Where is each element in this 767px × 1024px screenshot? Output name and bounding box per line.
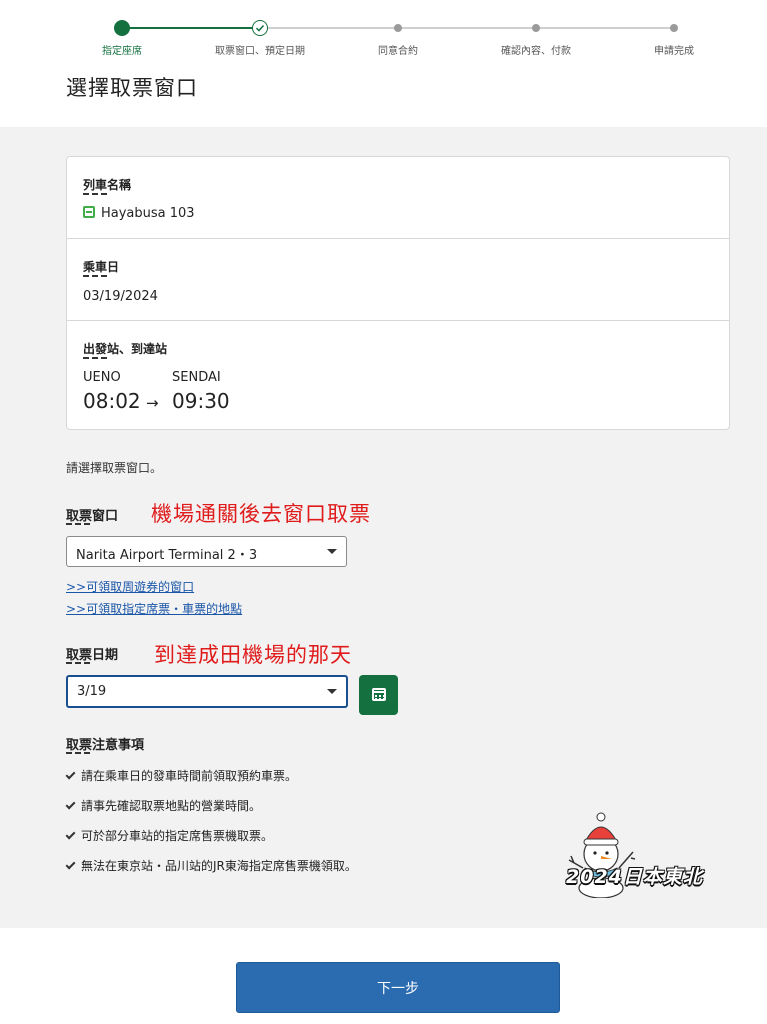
label-underline — [66, 523, 90, 526]
watermark-text: 2024日本東北 — [566, 866, 703, 888]
step-label: 同意合約 — [378, 46, 418, 57]
pickup-date-select[interactable]: 3/19 — [66, 675, 348, 708]
note-text: 請事先確認取票地點的營業時間。 — [81, 799, 262, 813]
label-underline — [83, 193, 107, 196]
progress-line-pending — [260, 27, 674, 29]
date-section: 乘車日 03/19/2024 — [67, 239, 729, 321]
pickup-window-value: Narita Airport Terminal 2・3 — [76, 548, 258, 563]
note-item: 無法在東京站・品川站的JR東海指定席售票機領取。 — [65, 857, 357, 874]
next-step-button[interactable]: 下一步 — [236, 962, 560, 1013]
step-dot-pending — [394, 24, 402, 32]
step-dot-current — [114, 20, 130, 36]
header-section: 指定座席 取票窗口、預定日期 同意合約 確認內容、付款 申請完成 選擇取票窗口 — [0, 0, 767, 127]
arrival-station: SENDAI — [172, 370, 221, 385]
note-item: 請在乘車日的發車時間前領取預約車票。 — [65, 767, 298, 784]
date-value: 03/19/2024 — [83, 289, 158, 304]
note-text: 請在乘車日的發車時間前領取預約車票。 — [81, 769, 298, 783]
notes-title: 取票注意事項 — [66, 738, 145, 753]
label-underline — [66, 662, 90, 665]
stations-label: 出發站、到達站 — [83, 342, 168, 356]
step-dot-pending — [670, 24, 678, 32]
train-section: 列車名稱 Hayabusa 103 — [67, 157, 729, 239]
note-item: 請事先確認取票地點的營業時間。 — [65, 797, 262, 814]
page-title: 選擇取票窗口 — [66, 76, 198, 100]
note-text: 可於部分車站的指定席售票機取票。 — [81, 829, 274, 843]
train-icon — [83, 206, 95, 218]
step-dot-pending — [532, 24, 540, 32]
calendar-button[interactable] — [359, 675, 398, 715]
train-value: Hayabusa 103 — [83, 206, 195, 221]
pickup-date-label: 取票日期 — [66, 648, 119, 663]
train-name: Hayabusa 103 — [101, 206, 195, 221]
step-label: 取票窗口、預定日期 — [215, 46, 305, 57]
train-label: 列車名稱 — [83, 178, 132, 192]
note-text: 無法在東京站・品川站的JR東海指定席售票機領取。 — [81, 859, 357, 873]
annotation-note: 機場通關後去窗口取票 — [151, 502, 371, 526]
check-icon — [65, 769, 76, 780]
pass-pickup-link[interactable]: >>可領取周遊券的窗口 — [66, 578, 194, 595]
chevron-down-icon — [327, 549, 337, 554]
pickup-window-select[interactable]: Narita Airport Terminal 2・3 — [66, 536, 347, 567]
stations-section: 出發站、到達站 UENO SENDAI 08:02 → 09:30 — [67, 321, 729, 431]
instruction-text: 請選擇取票窗口。 — [66, 461, 163, 475]
step-label: 確認內容、付款 — [501, 46, 571, 57]
arrival-time: 09:30 — [172, 389, 230, 413]
step-label: 指定座席 — [102, 46, 142, 57]
date-label: 乘車日 — [83, 260, 120, 274]
label-underline — [83, 275, 107, 278]
step-check-icon — [252, 20, 268, 36]
check-icon — [65, 829, 76, 840]
arrow-right-icon: → — [146, 394, 159, 412]
departure-time: 08:02 — [83, 389, 141, 413]
annotation-note: 到達成田機場的那天 — [154, 643, 352, 667]
label-underline — [66, 752, 90, 755]
chevron-down-icon — [327, 689, 337, 694]
check-icon — [65, 859, 76, 870]
pickup-date-value: 3/19 — [77, 684, 107, 699]
ticket-pickup-link[interactable]: >>可領取指定席票・車票的地點 — [66, 600, 242, 617]
progress-line-complete — [122, 27, 260, 29]
step-label: 申請完成 — [654, 46, 694, 57]
note-item: 可於部分車站的指定席售票機取票。 — [65, 827, 274, 844]
pickup-window-label: 取票窗口 — [66, 509, 119, 524]
check-icon — [65, 799, 76, 810]
reservation-summary-card: 列車名稱 Hayabusa 103 乘車日 03/19/2024 出發站、到達站… — [66, 156, 730, 430]
departure-station: UENO — [83, 370, 121, 385]
calendar-icon — [372, 688, 386, 701]
label-underline — [83, 357, 107, 360]
